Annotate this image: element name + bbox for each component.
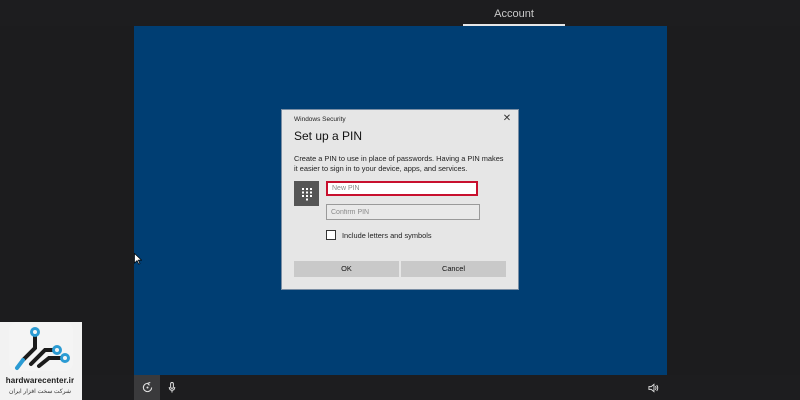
new-pin-input[interactable]	[326, 181, 478, 196]
microphone-button[interactable]	[160, 375, 184, 400]
confirm-pin-input[interactable]	[326, 204, 480, 220]
circuit-logo-icon	[15, 327, 70, 370]
ease-of-access-button[interactable]	[134, 375, 160, 400]
ok-button[interactable]: OK	[294, 261, 399, 277]
keypad-glyph	[301, 187, 312, 200]
bottom-bar	[0, 375, 800, 400]
close-icon[interactable]: ✕	[501, 113, 513, 125]
account-tab[interactable]: Account	[463, 0, 565, 26]
dialog-heading: Set up a PIN	[294, 129, 363, 143]
keypad-icon	[294, 181, 319, 206]
dialog-description: Create a PIN to use in place of password…	[294, 154, 504, 173]
include-letters-row[interactable]: Include letters and symbols	[326, 230, 432, 240]
watermark-site-name: hardwarecenter.ir	[5, 376, 75, 385]
ease-of-access-icon	[142, 382, 152, 393]
include-letters-label: Include letters and symbols	[342, 230, 432, 240]
cancel-button[interactable]: Cancel	[401, 261, 506, 277]
volume-icon	[647, 382, 658, 393]
dialog-window-title: Windows Security	[294, 116, 346, 123]
top-bar	[0, 0, 800, 26]
volume-button[interactable]	[641, 375, 665, 400]
mouse-cursor-icon	[134, 253, 142, 265]
watermark-company-name: شرکت سخت افزار ایران	[8, 389, 71, 395]
windows-security-dialog: Windows Security ✕ Set up a PIN Create a…	[282, 110, 518, 289]
include-letters-checkbox[interactable]	[326, 230, 336, 240]
microphone-icon	[168, 382, 176, 393]
hardwarecenter-logo	[9, 322, 73, 371]
